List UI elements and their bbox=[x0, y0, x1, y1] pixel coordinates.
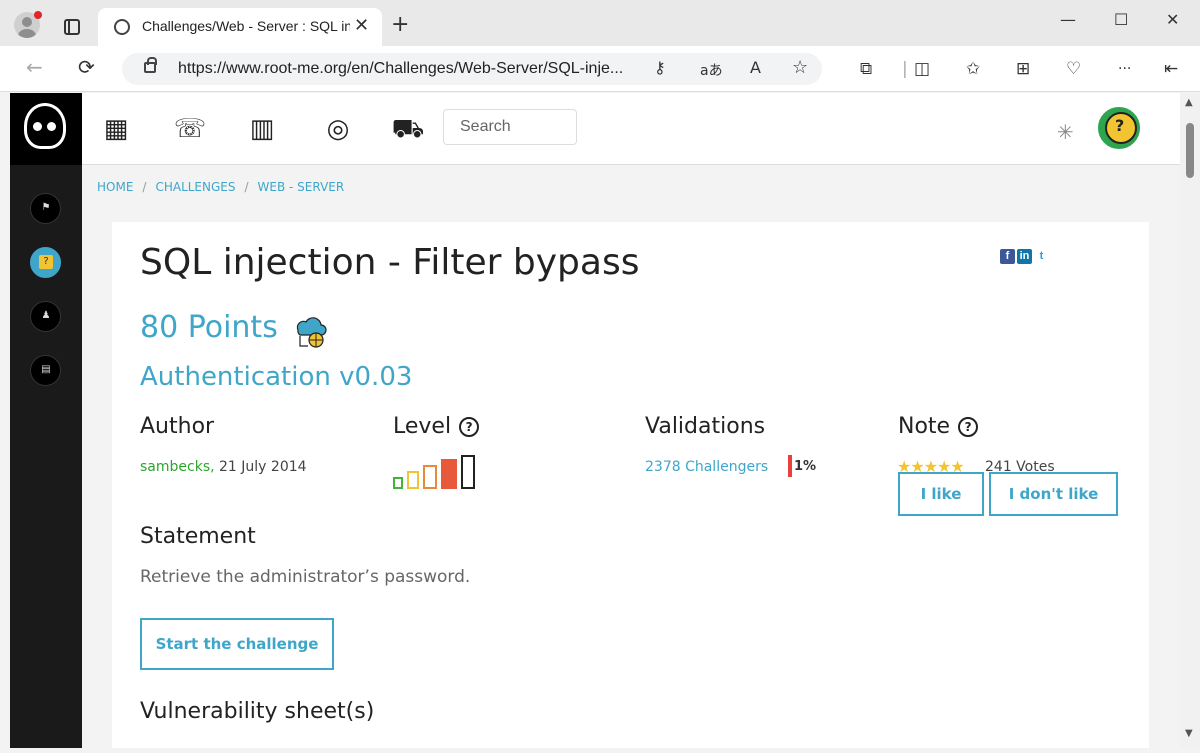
help-icon[interactable]: ? bbox=[459, 417, 480, 437]
top-navigation: ▦ ☏ ▥ ◎ ⛟ ✳ bbox=[82, 93, 1180, 165]
vulnerability-heading: Vulnerability sheet(s) bbox=[140, 699, 375, 724]
new-tab-button[interactable]: + bbox=[391, 12, 409, 37]
statement-heading: Statement bbox=[140, 524, 256, 549]
faq-icon[interactable]: ▦ bbox=[96, 109, 136, 149]
validation-rate: 1% bbox=[794, 459, 817, 474]
flag-icon: ⚑ bbox=[41, 202, 51, 213]
validation-rate-bar bbox=[788, 455, 792, 477]
facebook-icon[interactable]: f bbox=[1000, 249, 1015, 264]
linkedin-icon[interactable]: in bbox=[1017, 249, 1032, 264]
root-me-favicon-icon bbox=[114, 19, 130, 35]
author-heading: Author bbox=[140, 414, 215, 439]
challenge-card: f in t SQL injection - Filter bypass 80 Po… bbox=[112, 222, 1149, 748]
like-button[interactable]: I like bbox=[898, 472, 984, 516]
maximize-button[interactable]: ☐ bbox=[1114, 10, 1128, 29]
left-sidebar: ⚑ ? ♟ ▤ bbox=[10, 93, 82, 748]
page-title: SQL injection - Filter bypass bbox=[140, 242, 640, 283]
start-challenge-button[interactable]: Start the challenge bbox=[140, 618, 334, 670]
news-icon[interactable]: ▥ bbox=[242, 109, 282, 149]
target-icon[interactable]: ◎ bbox=[318, 109, 358, 149]
url-text[interactable]: https://www.root-me.org/en/Challenges/We… bbox=[178, 60, 623, 78]
level-bar bbox=[407, 471, 419, 489]
book-icon: ▤ bbox=[41, 364, 51, 375]
level-bar-active bbox=[441, 459, 457, 489]
level-heading-label: Level bbox=[393, 414, 452, 439]
shop-cart-icon[interactable]: ⛟ bbox=[388, 109, 428, 149]
author-info: sambecks, 21 July 2014 bbox=[140, 459, 307, 475]
toolbar-divider: | bbox=[902, 59, 908, 79]
refresh-icon[interactable]: ⟳ bbox=[78, 55, 95, 79]
tab-bar: Challenges/Web - Server : SQL injection … bbox=[0, 0, 1200, 46]
url-field[interactable]: https://www.root-me.org/en/Challenges/We… bbox=[122, 53, 822, 85]
breadcrumb-separator: / bbox=[142, 180, 147, 194]
level-heading: Level? bbox=[393, 414, 480, 439]
sidebar-item-community[interactable]: ♟ bbox=[30, 301, 61, 332]
validations-heading: Validations bbox=[645, 414, 766, 439]
sidebar-item-docs[interactable]: ▤ bbox=[30, 355, 61, 386]
lock-icon[interactable] bbox=[144, 57, 157, 73]
help-icon[interactable]: ? bbox=[958, 417, 979, 437]
people-icon: ♟ bbox=[41, 310, 51, 321]
scroll-up-icon[interactable]: ▲ bbox=[1185, 97, 1193, 108]
web-cloud-icon bbox=[296, 317, 327, 348]
key-icon[interactable]: ⚷ bbox=[654, 58, 666, 77]
close-window-button[interactable]: ✕ bbox=[1166, 10, 1179, 29]
level-bar bbox=[423, 465, 437, 489]
challenge-subtitle: Authentication v0.03 bbox=[140, 362, 413, 392]
tab-title: Challenges/Web - Server : SQL injection bbox=[142, 18, 350, 34]
favorites-icon[interactable]: ✩ bbox=[966, 59, 980, 79]
search-input[interactable] bbox=[443, 109, 577, 145]
breadcrumb-separator: / bbox=[244, 180, 249, 194]
active-tab[interactable]: Challenges/Web - Server : SQL injection … bbox=[98, 8, 382, 46]
translate-icon[interactable]: aあ bbox=[700, 60, 723, 80]
read-aloud-icon[interactable]: A bbox=[750, 58, 761, 77]
note-heading-label: Note bbox=[898, 414, 951, 439]
root-me-logo[interactable] bbox=[10, 93, 82, 165]
dislike-button[interactable]: I don't like bbox=[989, 472, 1118, 516]
scroll-down-icon[interactable]: ▼ bbox=[1185, 728, 1193, 739]
breadcrumb: HOME / CHALLENGES / WEB - SERVER bbox=[97, 180, 344, 194]
sidebar-item-challenges[interactable]: ? bbox=[30, 247, 61, 278]
health-icon[interactable]: ♡ bbox=[1066, 59, 1081, 79]
breadcrumb-challenges[interactable]: CHALLENGES bbox=[155, 180, 235, 194]
forum-icon[interactable]: ☏ bbox=[170, 109, 210, 149]
challenge-icon: ? bbox=[39, 255, 53, 269]
tab-close-button[interactable]: ✕ bbox=[354, 15, 369, 36]
minimize-button[interactable]: — bbox=[1060, 10, 1076, 29]
challenge-points: 80 Points bbox=[140, 310, 278, 345]
web-page: ⚑ ? ♟ ▤ ▦ ☏ ▥ ◎ ⛟ ✳ HOME / CHALLENGES / WEB … bbox=[10, 93, 1180, 748]
language-flag-icon[interactable]: ✳ bbox=[1057, 120, 1074, 144]
sidebar-icon[interactable]: ⇤ bbox=[1164, 59, 1178, 79]
level-indicator bbox=[393, 455, 483, 489]
validations-link[interactable]: 2378 Challengers bbox=[645, 459, 768, 475]
twitter-icon[interactable]: t bbox=[1034, 249, 1049, 264]
breadcrumb-home[interactable]: HOME bbox=[97, 180, 133, 194]
collections-icon[interactable]: ⊞ bbox=[1016, 59, 1030, 79]
split-screen-icon[interactable]: ◫ bbox=[914, 59, 930, 79]
note-heading: Note? bbox=[898, 414, 979, 439]
author-date: 21 July 2014 bbox=[219, 459, 307, 475]
skull-logo-icon bbox=[24, 103, 66, 149]
author-link[interactable]: sambecks, bbox=[140, 459, 215, 475]
social-share: f in t bbox=[998, 244, 1049, 264]
address-bar-row: ← ⟳ https://www.root-me.org/en/Challenge… bbox=[0, 46, 1200, 92]
extensions-icon[interactable]: ⧉ bbox=[860, 59, 872, 79]
breadcrumb-web-server[interactable]: WEB - SERVER bbox=[258, 180, 345, 194]
page-scrollbar[interactable]: ▲ ▼ bbox=[1180, 93, 1200, 748]
sidebar-item-ctf[interactable]: ⚑ bbox=[30, 193, 61, 224]
favorite-icon[interactable]: ☆ bbox=[792, 57, 808, 78]
level-bar bbox=[393, 477, 403, 489]
more-icon[interactable]: ··· bbox=[1118, 61, 1131, 77]
tab-actions-icon[interactable] bbox=[64, 19, 80, 35]
back-icon[interactable]: ← bbox=[26, 55, 43, 79]
statement-text: Retrieve the administrator’s password. bbox=[140, 567, 471, 587]
notification-dot bbox=[34, 11, 42, 19]
scrollbar-thumb[interactable] bbox=[1186, 123, 1194, 178]
user-avatar[interactable] bbox=[1098, 107, 1140, 149]
level-bar bbox=[461, 455, 475, 489]
